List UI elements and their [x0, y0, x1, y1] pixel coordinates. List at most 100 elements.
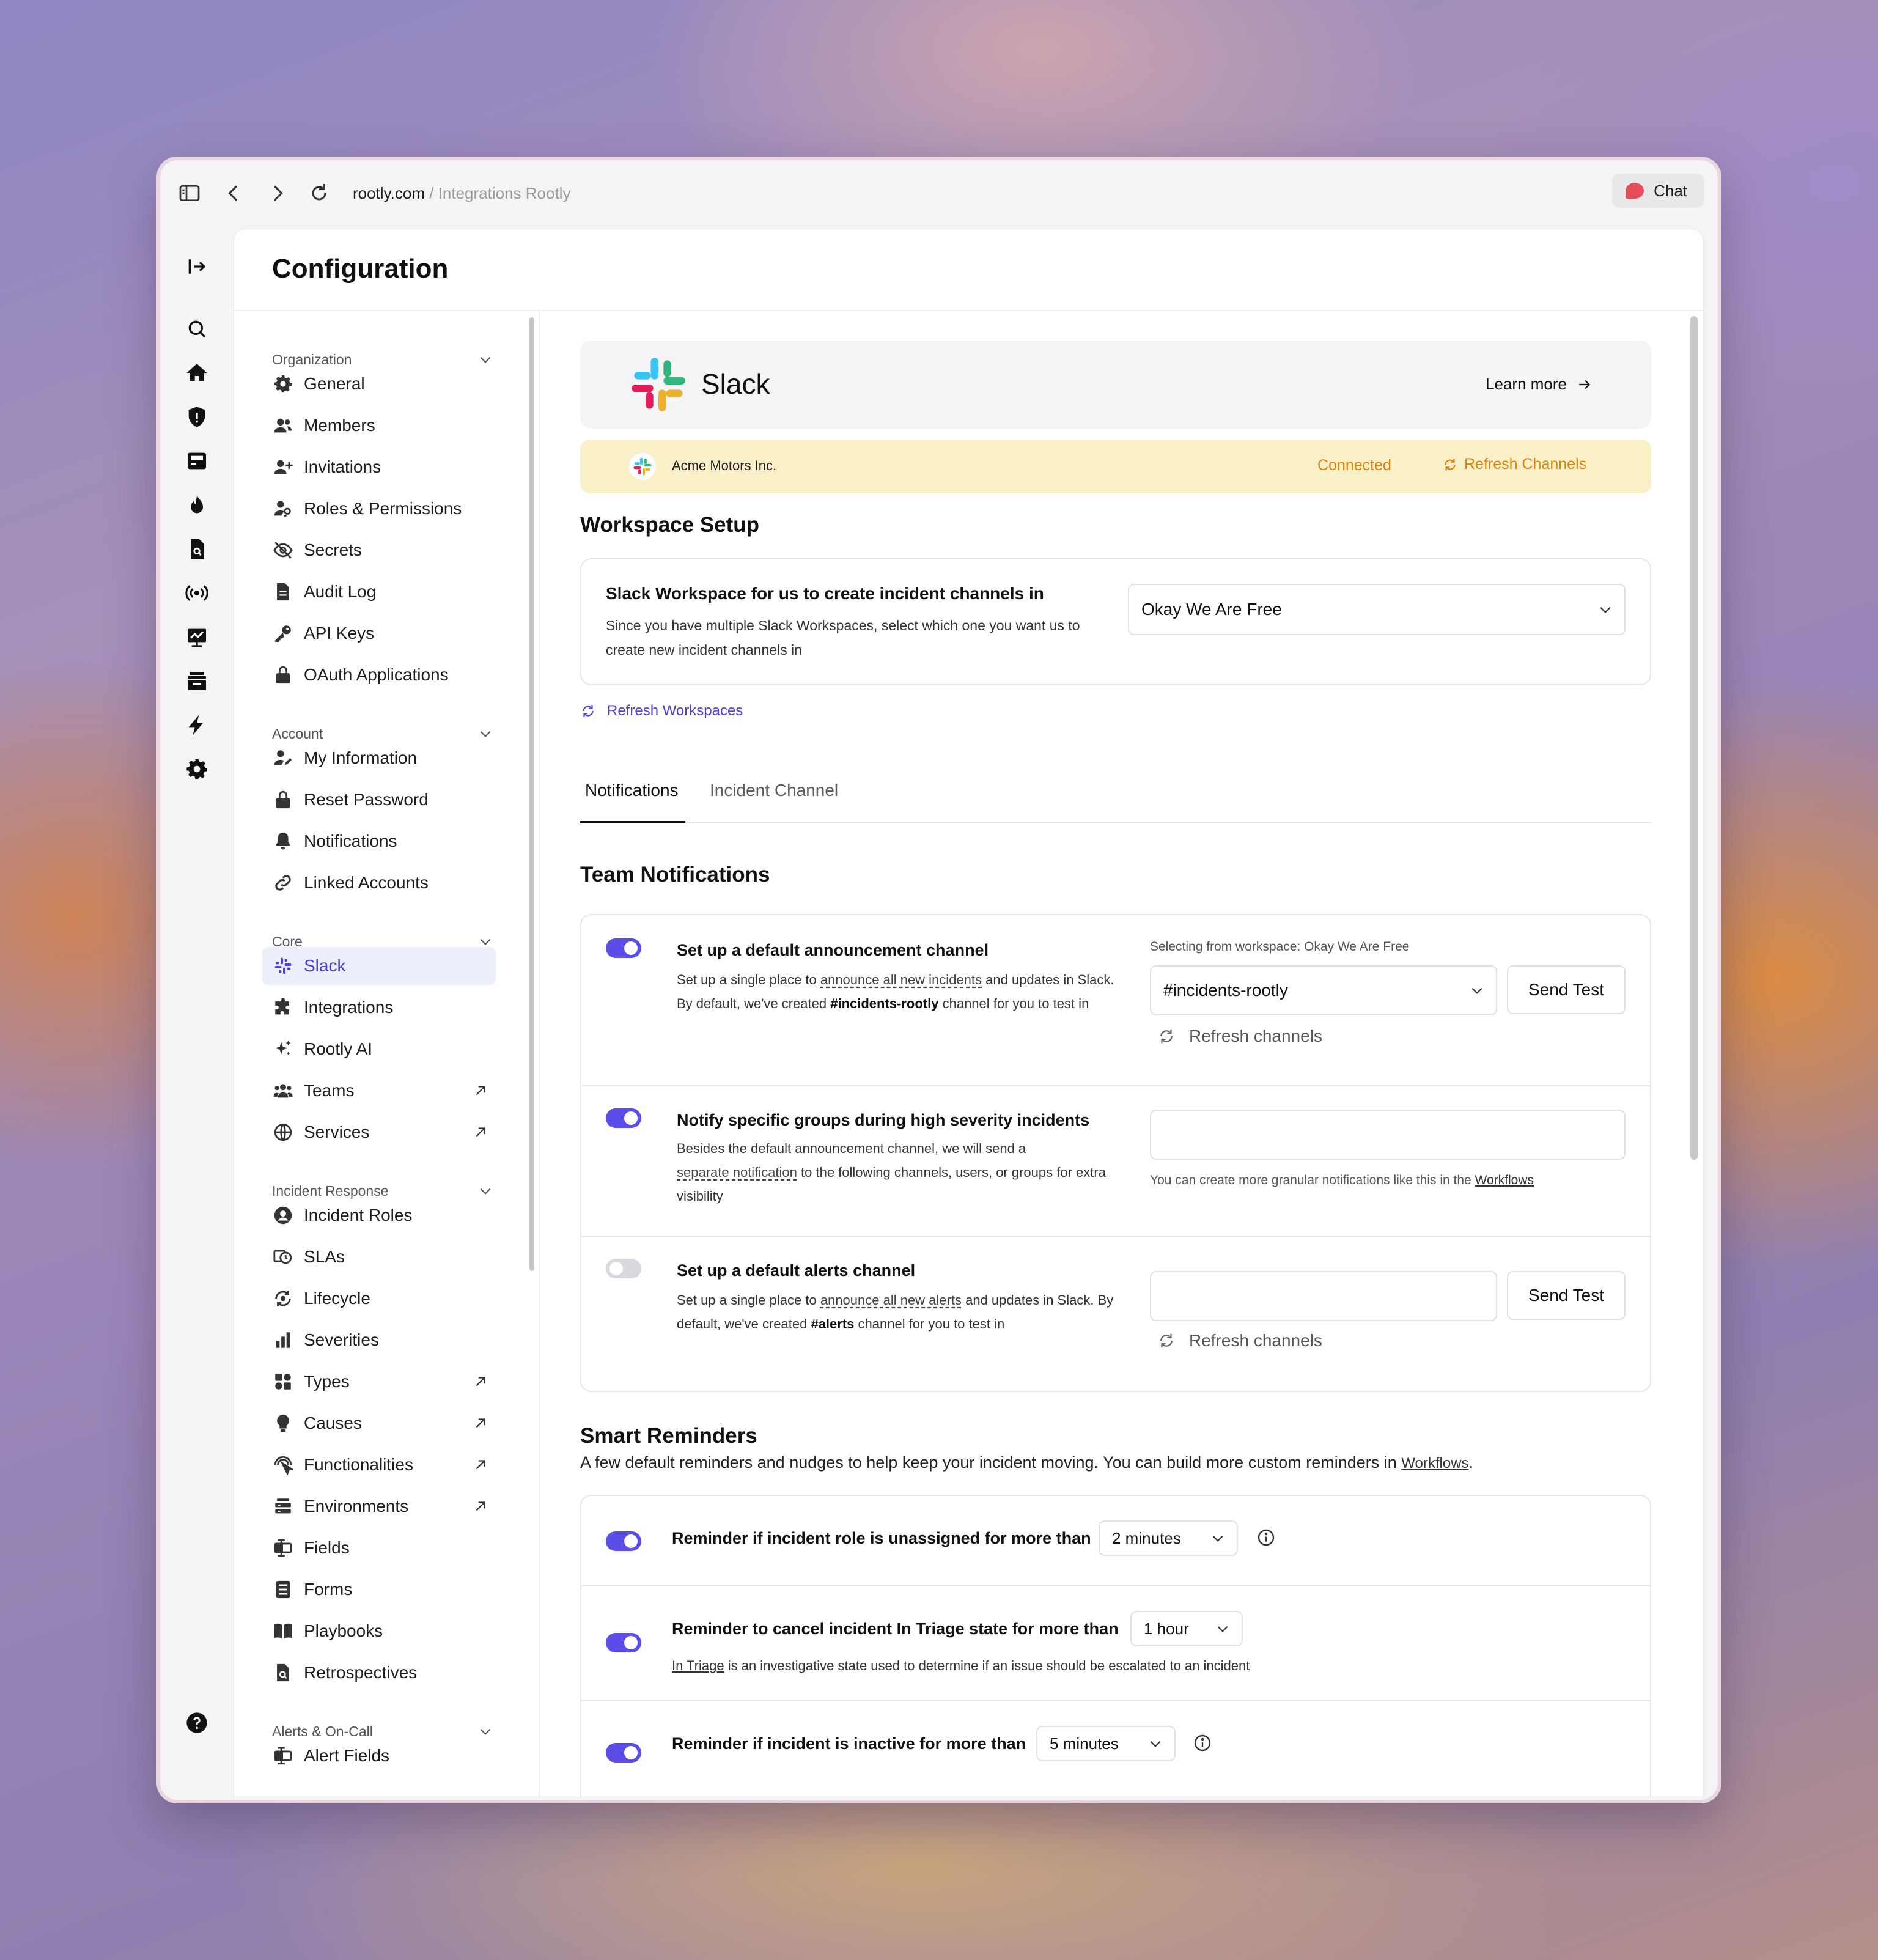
inbox-icon[interactable]	[185, 449, 209, 473]
refresh-channels-button[interactable]: Refresh Channels	[1442, 455, 1586, 473]
in-triage-link[interactable]: In Triage	[672, 1658, 724, 1673]
workflows-link[interactable]: Workflows	[1475, 1173, 1534, 1187]
sidebar-item-reset-password[interactable]: Reset Password	[262, 781, 496, 819]
sidebar-item-lifecycle[interactable]: Lifecycle	[262, 1280, 496, 1317]
help-icon[interactable]	[185, 1711, 209, 1735]
search-icon[interactable]	[185, 317, 209, 341]
chat-button[interactable]: Chat	[1612, 174, 1704, 208]
sidebar-item-playbooks[interactable]: Playbooks	[262, 1612, 496, 1650]
workspace-hint: Selecting from workspace: Okay We Are Fr…	[1150, 940, 1410, 954]
lock-icon	[272, 664, 294, 686]
sidebar-item-slack[interactable]: Slack	[262, 947, 496, 985]
sidebar-scrollbar[interactable]	[529, 317, 534, 1271]
learn-more-link[interactable]: Learn more	[1486, 375, 1593, 394]
announce-link[interactable]: announce all new incidents	[820, 972, 982, 987]
sidebar-item-slas[interactable]: SLAs	[262, 1238, 496, 1276]
tab-incident-channel[interactable]: Incident Channel	[710, 781, 838, 800]
sidebar-item-environments[interactable]: Environments	[262, 1487, 496, 1525]
chart-board-icon[interactable]	[185, 625, 209, 649]
sidebar-item-retrospectives[interactable]: Retrospectives	[262, 1654, 496, 1692]
main-scrollbar[interactable]	[1690, 316, 1698, 1160]
sidebar-item-forms[interactable]: Forms	[262, 1571, 496, 1608]
document-search-icon[interactable]	[185, 537, 209, 561]
alerts-toggle[interactable]	[606, 1259, 641, 1278]
shield-icon[interactable]	[185, 405, 209, 429]
refresh-icon	[1157, 1332, 1176, 1350]
announcement-channel-row: Set up a default announcement channel Se…	[581, 915, 1650, 1086]
sidebar-item-integrations[interactable]: Integrations	[262, 989, 496, 1026]
address-bar[interactable]: rootly.com / Integrations Rootly	[353, 180, 570, 207]
tab-notifications[interactable]: Notifications	[585, 781, 679, 800]
sidebar-item-linked-accounts[interactable]: Linked Accounts	[262, 864, 496, 902]
sidebar-item-incident-roles[interactable]: Incident Roles	[262, 1196, 496, 1234]
refresh-channels-label: Refresh Channels	[1464, 455, 1587, 473]
home-icon[interactable]	[185, 361, 209, 385]
workflows-link[interactable]: Workflows	[1401, 1455, 1468, 1472]
reminder-duration-select[interactable]: 2 minutes	[1099, 1520, 1238, 1556]
refresh-channels-link[interactable]: Refresh channels	[1157, 1026, 1322, 1046]
send-test-button[interactable]: Send Test	[1507, 965, 1626, 1014]
reminder-title: Reminder to cancel incident In Triage st…	[672, 1619, 1119, 1638]
sidebar-item-api-keys[interactable]: API Keys	[262, 614, 496, 652]
sidebar-item-label: Audit Log	[304, 582, 377, 601]
high-severity-toggle[interactable]	[606, 1108, 641, 1128]
sidebar-item-secrets[interactable]: Secrets	[262, 531, 496, 569]
sidebar-item-label: Slack	[304, 956, 346, 975]
workspace-select[interactable]: Okay We Are Free	[1128, 584, 1626, 635]
back-icon[interactable]	[221, 181, 246, 205]
sidebar-item-label: Forms	[304, 1580, 353, 1599]
sidebar-item-oauth-applications[interactable]: OAuth Applications	[262, 656, 496, 694]
reload-icon[interactable]	[307, 181, 331, 205]
page-title: Configuration	[272, 254, 449, 284]
announce-alerts-link[interactable]: announce all new alerts	[820, 1292, 962, 1308]
sidebar-toggle-icon[interactable]	[177, 181, 202, 205]
alerts-channel-input[interactable]	[1150, 1271, 1497, 1321]
separate-notification-link[interactable]: separate notification	[677, 1165, 797, 1180]
broadcast-icon[interactable]	[185, 581, 209, 605]
reminder-duration-select[interactable]: 1 hour	[1130, 1611, 1243, 1646]
reminder-toggle[interactable]	[606, 1633, 641, 1652]
settings-gear-icon[interactable]	[185, 757, 209, 781]
browser-window: rootly.com / Integrations Rootly Chat Co…	[156, 157, 1722, 1803]
sidebar-item-fields[interactable]: Fields	[262, 1529, 496, 1567]
sidebar-item-roles-permissions[interactable]: Roles & Permissions	[262, 490, 496, 528]
sidebar-item-general[interactable]: General	[262, 365, 496, 403]
groups-input[interactable]	[1150, 1110, 1626, 1160]
forward-icon[interactable]	[265, 181, 290, 205]
expand-sidebar-icon[interactable]	[185, 254, 209, 279]
sidebar-item-severities[interactable]: Severities	[262, 1321, 496, 1359]
refresh-channels-link[interactable]: Refresh channels	[1157, 1331, 1322, 1350]
slack-settings-panel: Slack Learn more Acme Motors Inc. Connec…	[541, 311, 1703, 1797]
sidebar-item-types[interactable]: Types	[262, 1363, 496, 1401]
fields-icon	[272, 1745, 294, 1767]
sidebar-item-functionalities[interactable]: Functionalities	[262, 1446, 496, 1484]
sidebar-item-services[interactable]: Services	[262, 1113, 496, 1151]
slack-logo-icon	[628, 354, 689, 415]
sidebar-item-label: Incident Roles	[304, 1206, 413, 1225]
reminder-toggle[interactable]	[606, 1531, 641, 1551]
sidebar-item-rootly-ai[interactable]: Rootly AI	[262, 1030, 496, 1068]
sidebar-item-causes[interactable]: Causes	[262, 1404, 496, 1442]
info-icon[interactable]	[1193, 1733, 1212, 1753]
sidebar-item-members[interactable]: Members	[262, 407, 496, 444]
announcement-toggle[interactable]	[606, 938, 641, 958]
sidebar-item-label: Members	[304, 416, 375, 435]
smart-reminders-card: Reminder if incident role is unassigned …	[580, 1495, 1651, 1797]
catalog-icon[interactable]	[185, 669, 209, 693]
sidebar-item-alert-fields[interactable]: Alert Fields	[262, 1737, 496, 1775]
sidebar-item-notifications[interactable]: Notifications	[262, 822, 496, 860]
sidebar-item-audit-log[interactable]: Audit Log	[262, 573, 496, 611]
announcement-channel-select[interactable]: #incidents-rootly	[1150, 965, 1497, 1015]
info-icon[interactable]	[1256, 1528, 1276, 1547]
fire-icon[interactable]	[185, 493, 209, 517]
reminder-toggle[interactable]	[606, 1743, 641, 1763]
lightbulb-icon	[272, 1412, 294, 1434]
sidebar-item-my-information[interactable]: My Information	[262, 739, 496, 777]
refresh-workspaces-button[interactable]: Refresh Workspaces	[580, 702, 743, 720]
sidebar-item-teams[interactable]: Teams	[262, 1072, 496, 1110]
send-test-button[interactable]: Send Test	[1507, 1271, 1626, 1320]
sidebar-item-invitations[interactable]: Invitations	[262, 448, 496, 486]
reminder-duration-select[interactable]: 5 minutes	[1036, 1726, 1176, 1761]
external-link-icon	[473, 1124, 488, 1140]
lightning-icon[interactable]	[185, 713, 209, 737]
